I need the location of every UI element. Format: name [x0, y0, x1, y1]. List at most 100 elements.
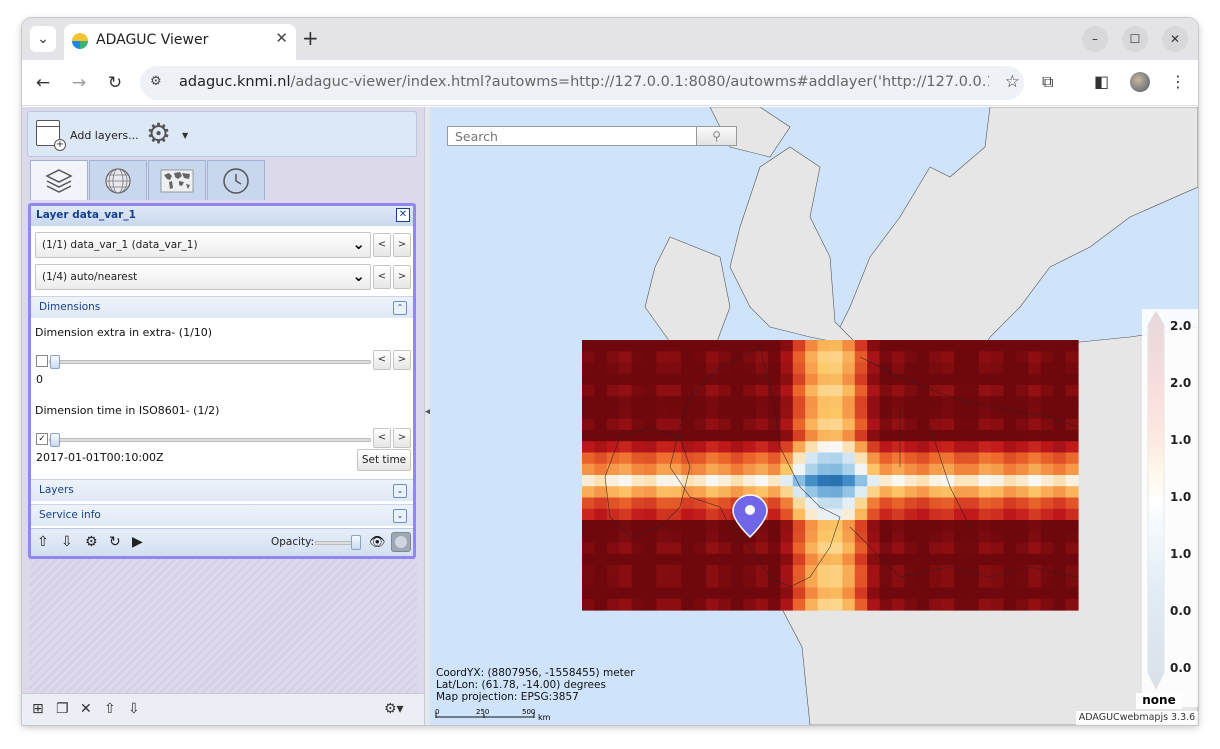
heatmap-cell	[966, 396, 980, 409]
heatmap-cell	[730, 373, 744, 386]
forward-button[interactable]: →	[66, 70, 92, 96]
site-info-icon[interactable]: ⚙	[150, 74, 162, 89]
browser-tab[interactable]: ADAGUC Viewer ✕	[64, 24, 296, 60]
close-icon[interactable]: ✕	[396, 208, 410, 222]
extra-prev-button[interactable]: <	[373, 350, 391, 370]
service-info-section-header[interactable]: Service info ⌄	[31, 504, 413, 526]
bookmark-star-icon[interactable]: ☆	[1005, 72, 1020, 92]
heatmap-cell	[768, 475, 781, 487]
expand-icon[interactable]: ⌄	[393, 509, 407, 523]
delete-icon[interactable]: ✕	[80, 701, 92, 717]
heatmap-cell	[1028, 385, 1042, 397]
heatmap-cell	[817, 576, 831, 589]
layer-extent-button[interactable]	[391, 532, 411, 552]
profile-avatar[interactable]	[1130, 72, 1150, 92]
extra-next-button[interactable]: >	[393, 350, 411, 370]
heatmap-cell	[1040, 520, 1054, 532]
tab-baselayers[interactable]	[148, 160, 206, 200]
heatmap-cell	[606, 587, 620, 600]
time-prev-button[interactable]: <	[373, 428, 391, 448]
collapse-icon[interactable]: ⌃	[393, 301, 407, 315]
heatmap-cell	[879, 351, 893, 364]
heatmap-cell	[606, 396, 620, 409]
heatmap-cell	[792, 542, 806, 555]
heatmap-cell	[768, 497, 781, 510]
heatmap-cell	[730, 452, 744, 465]
heatmap-cell	[941, 598, 955, 611]
close-icon[interactable]: ✕	[275, 29, 288, 47]
heatmap-cell	[954, 531, 967, 544]
add-layers-button[interactable]: Add layers...	[70, 129, 139, 142]
tab-layers[interactable]	[30, 160, 88, 200]
style-next-button[interactable]: >	[393, 265, 411, 289]
dimension-extra-checkbox[interactable]	[36, 355, 48, 367]
side-panel-icon[interactable]: ◧	[1094, 72, 1109, 91]
dimensions-section-header[interactable]: Dimensions ⌃	[31, 296, 413, 318]
heatmap-cell	[991, 486, 1005, 499]
menu-icon[interactable]: ⋮	[1170, 72, 1186, 91]
tab-projection[interactable]	[89, 160, 147, 200]
layer-settings-icon[interactable]: ⚙	[85, 534, 98, 550]
layer-next-button[interactable]: >	[393, 233, 411, 257]
layer-prev-button[interactable]: <	[373, 233, 391, 257]
heatmap-cell	[966, 520, 980, 532]
eye-icon[interactable]: 👁	[369, 535, 386, 550]
heatmap-cell	[1040, 385, 1054, 397]
reload-button[interactable]: ↻	[102, 70, 128, 96]
address-bar[interactable]: ⚙ adaguc.knmi.nl/adaguc-viewer/index.htm…	[140, 66, 1024, 100]
close-window-button[interactable]: ✕	[1162, 26, 1188, 52]
refresh-icon[interactable]: ↻	[109, 534, 121, 550]
search-button[interactable]: ⚲	[696, 126, 737, 146]
move-up-icon[interactable]: ⇧	[37, 534, 49, 550]
heatmap-cell	[743, 576, 757, 589]
set-time-button[interactable]: Set time	[357, 449, 411, 471]
heatmap-cell	[904, 486, 918, 499]
duplicate-icon[interactable]: ❐	[56, 701, 69, 717]
new-tab-button[interactable]: +	[302, 26, 319, 50]
add-layer-icon[interactable]: ⊞	[32, 701, 44, 717]
heatmap-cell	[792, 340, 806, 352]
heatmap-cell	[668, 542, 682, 555]
heatmap-cell	[954, 407, 967, 420]
dimension-time-slider[interactable]	[49, 438, 371, 442]
maximize-button[interactable]: ☐	[1122, 26, 1148, 52]
layers-section-header[interactable]: Layers ⌄	[31, 479, 413, 501]
settings-gear-icon[interactable]: ⚙▾	[384, 701, 404, 717]
dimension-time-checkbox[interactable]: ✓	[36, 433, 48, 445]
heatmap-cell	[693, 520, 707, 532]
heatmap-cell	[854, 452, 868, 465]
dimension-extra-slider[interactable]	[49, 360, 371, 364]
heatmap-cell	[1028, 362, 1042, 375]
tab-search-button[interactable]: ⌄	[30, 26, 56, 52]
url-text[interactable]: adaguc.knmi.nl/adaguc-viewer/index.html?…	[179, 74, 989, 90]
style-select[interactable]: (1/4) auto/nearest ⌄	[35, 264, 371, 290]
slider-thumb[interactable]	[50, 355, 60, 369]
tab-time[interactable]	[207, 160, 265, 200]
move-down-icon[interactable]: ⇩	[128, 701, 140, 717]
play-icon[interactable]: ▶	[132, 534, 143, 550]
style-prev-button[interactable]: <	[373, 265, 391, 289]
expand-icon[interactable]: ⌄	[393, 484, 407, 498]
heatmap-cell	[830, 486, 843, 499]
map-viewer[interactable]: ⚲ 2.0 2.0 1.0 1.0 1.0 0.0 0.0 none Coord…	[430, 107, 1198, 725]
back-button[interactable]: ←	[30, 70, 56, 96]
heatmap-cell	[681, 373, 695, 386]
move-up-icon[interactable]: ⇧	[104, 701, 116, 717]
extensions-icon[interactable]: ⧉	[1042, 72, 1053, 92]
move-down-icon[interactable]: ⇩	[61, 534, 73, 550]
opacity-slider-thumb[interactable]	[351, 535, 361, 550]
heatmap-cell	[1065, 430, 1079, 442]
heatmap-cell	[631, 565, 645, 577]
heatmap-cell	[867, 407, 881, 420]
time-next-button[interactable]: >	[393, 428, 411, 448]
layers-icon	[45, 168, 73, 193]
search-input[interactable]	[447, 126, 697, 146]
settings-gear-icon[interactable]: ⚙	[146, 120, 171, 148]
heatmap-cell	[681, 351, 695, 364]
minimize-button[interactable]: –	[1082, 26, 1108, 52]
dropdown-caret-icon[interactable]: ▼	[182, 131, 188, 140]
heatmap-cell	[1028, 418, 1042, 431]
heatmap-cell	[681, 497, 695, 510]
layer-select[interactable]: (1/1) data_var_1 (data_var_1) ⌄	[35, 232, 371, 258]
slider-thumb[interactable]	[50, 433, 60, 447]
